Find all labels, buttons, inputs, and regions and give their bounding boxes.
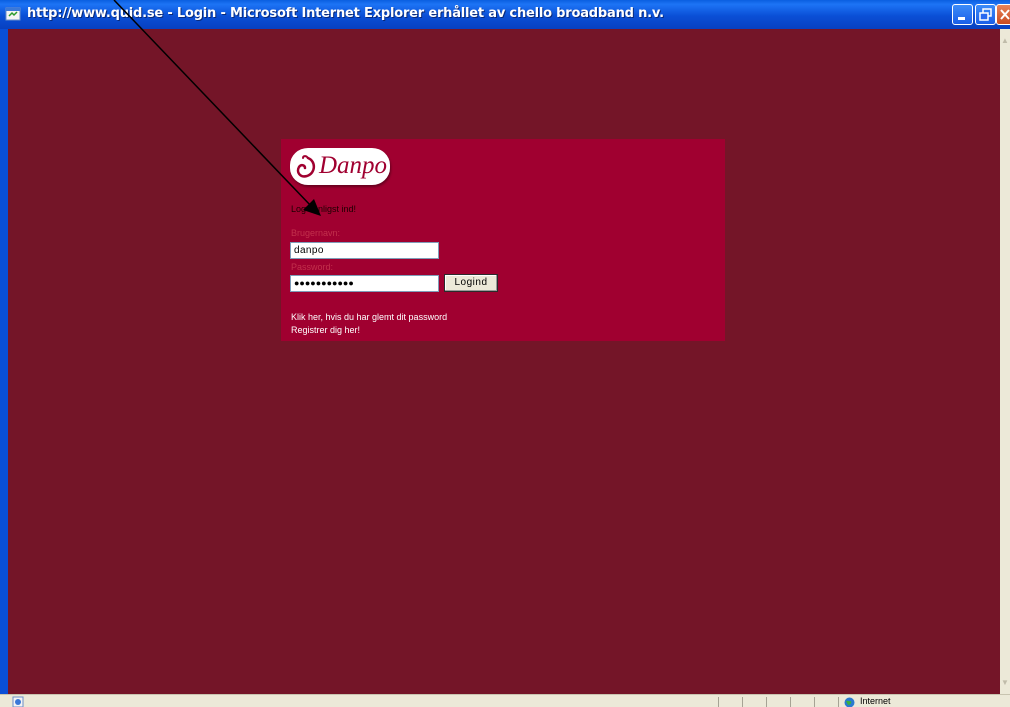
login-button[interactable]: Logind <box>444 274 498 292</box>
page-content: Danpo Log venligst ind! Brugernavn: danp… <box>8 29 1000 694</box>
forgot-password-link[interactable]: Klik her, hvis du har glemt dit password <box>291 312 447 322</box>
scroll-down-icon[interactable]: ▼ <box>1001 678 1009 687</box>
danpo-logo: Danpo <box>290 148 390 185</box>
minimize-button[interactable] <box>952 4 973 25</box>
maximize-button[interactable] <box>975 4 996 25</box>
globe-icon <box>844 697 855 707</box>
status-divider <box>742 697 743 707</box>
status-divider <box>718 697 719 707</box>
vertical-scrollbar[interactable] <box>1000 29 1010 707</box>
close-button[interactable] <box>996 4 1010 25</box>
window-frame-left <box>0 29 8 707</box>
username-label: Brugernavn: <box>291 228 341 238</box>
minimize-icon <box>958 17 965 20</box>
status-divider <box>814 697 815 707</box>
register-link[interactable]: Registrer dig her! <box>291 325 360 335</box>
status-divider <box>790 697 791 707</box>
title-bar[interactable]: http://www.quid.se - Login - Microsoft I… <box>0 0 1010 29</box>
username-input[interactable]: danpo <box>290 242 439 259</box>
danpo-logo-icon <box>296 155 316 178</box>
logo-text: Danpo <box>319 152 388 179</box>
security-zone-text: Internet <box>860 696 891 706</box>
browser-window: http://www.quid.se - Login - Microsoft I… <box>0 0 1010 707</box>
status-divider <box>838 697 839 707</box>
close-icon <box>1000 9 1010 20</box>
window-title: http://www.quid.se - Login - Microsoft I… <box>27 6 664 21</box>
login-panel: Danpo Log venligst ind! Brugernavn: danp… <box>281 139 725 341</box>
scroll-up-icon[interactable]: ▲ <box>1001 36 1009 45</box>
password-input[interactable]: ●●●●●●●●●●● <box>290 275 439 292</box>
status-bar: Internet <box>0 694 1010 707</box>
ie-page-icon <box>12 696 24 707</box>
welcome-text: Log venligst ind! <box>291 204 357 214</box>
maximize-icon <box>979 8 992 21</box>
password-label: Password: <box>291 262 334 272</box>
ie-icon <box>5 7 21 21</box>
status-divider <box>766 697 767 707</box>
